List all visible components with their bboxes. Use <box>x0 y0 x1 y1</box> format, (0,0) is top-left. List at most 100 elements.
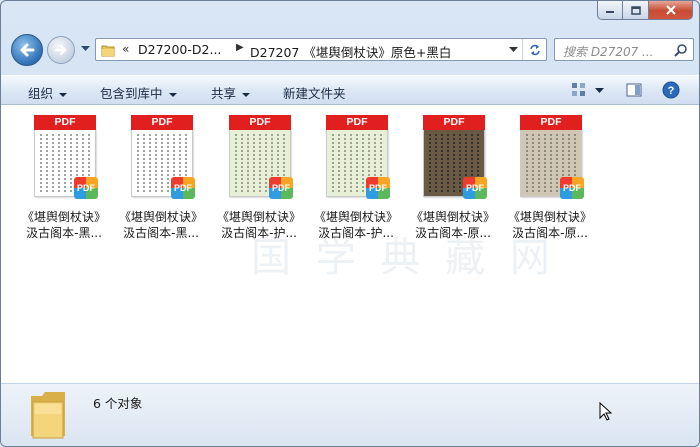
search-box[interactable]: 搜索 D27207 ... <box>554 38 694 61</box>
text-column <box>259 134 261 192</box>
file-item[interactable]: PDF PDF 《堪舆倒杖诀》 汲古阁本-黑... <box>18 111 110 241</box>
text-column <box>64 134 66 192</box>
file-name: 《堪舆倒杖诀》 汲古阁本-原... <box>407 209 499 241</box>
pdf-label: PDF <box>520 115 582 130</box>
pdf-label: PDF <box>131 115 193 130</box>
include-in-library-menu[interactable]: 包含到库中 <box>100 83 177 102</box>
maximize-button[interactable] <box>623 1 649 20</box>
svg-text:?: ? <box>668 85 675 97</box>
pdf-label: PDF <box>326 115 388 130</box>
close-button[interactable] <box>649 1 693 20</box>
share-menu[interactable]: 共享 <box>211 83 251 102</box>
file-name-line1: 《堪舆倒杖诀》 <box>507 210 592 224</box>
text-column <box>332 134 334 192</box>
text-column <box>265 134 267 192</box>
new-folder-button[interactable]: 新建文件夹 <box>283 83 346 102</box>
refresh-icon <box>529 44 540 55</box>
forward-button[interactable] <box>47 36 75 64</box>
organize-menu[interactable]: 组织 <box>28 83 68 102</box>
help-icon[interactable]: ? <box>662 81 680 99</box>
back-arrow-icon <box>20 43 35 57</box>
text-column <box>143 134 145 192</box>
file-name-line2: 汲古阁本-原... <box>415 226 491 240</box>
text-column <box>149 134 151 192</box>
text-column <box>350 134 352 192</box>
breadcrumb-current[interactable]: D27207 《堪舆倒杖诀》原色+黑白 <box>250 42 451 61</box>
pdf-file-icon: PDF PDF <box>34 115 98 199</box>
breadcrumb-separator[interactable]: ▶ <box>236 42 244 53</box>
minimize-button[interactable] <box>597 1 623 20</box>
text-column <box>40 134 42 192</box>
text-column <box>550 134 552 192</box>
address-bar[interactable]: « D27200-D2... ▶ D27207 《堪舆倒杖诀》原色+黑白 <box>95 38 547 61</box>
file-name-line1: 《堪舆倒杖诀》 <box>313 210 398 224</box>
file-name-line2: 汲古阁本-护... <box>221 226 297 240</box>
text-column <box>155 134 157 192</box>
text-column <box>441 134 443 192</box>
search-icon[interactable] <box>674 43 688 57</box>
file-name: 《堪舆倒杖诀》 汲古阁本-黑... <box>18 209 110 241</box>
breadcrumb-parent[interactable]: D27200-D2... <box>138 42 221 57</box>
folder-icon <box>31 392 65 439</box>
file-name-line1: 《堪舆倒杖诀》 <box>410 210 495 224</box>
chevron-down-icon <box>242 92 251 97</box>
file-name-line1: 《堪舆倒杖诀》 <box>118 210 203 224</box>
pdf-app-badge-icon: PDF <box>171 177 195 199</box>
file-list-view[interactable]: 国 学 典 藏 网 PDF PDF 《堪舆倒杖诀》 汲古阁本-黑... PDF PDF 《堪… <box>1 105 699 383</box>
view-options-icon[interactable] <box>571 82 587 98</box>
file-name-line2: 汲古阁本-黑... <box>123 226 199 240</box>
text-column <box>538 134 540 192</box>
pdf-file-icon: PDF PDF <box>326 115 390 199</box>
folder-icon <box>101 45 115 57</box>
pdf-badge-label: PDF <box>272 183 290 193</box>
text-column <box>556 134 558 192</box>
file-item[interactable]: PDF PDF 《堪舆倒杖诀》 汲古阁本-护... <box>310 111 402 241</box>
file-name-line2: 汲古阁本-原... <box>512 226 588 240</box>
chevron-down-icon <box>59 92 68 97</box>
text-column <box>544 134 546 192</box>
view-dropdown-icon[interactable] <box>595 88 604 94</box>
file-name: 《堪舆倒杖诀》 汲古阁本-黑... <box>115 209 207 241</box>
maximize-icon <box>630 5 641 15</box>
text-column <box>167 134 169 192</box>
file-item[interactable]: PDF PDF 《堪舆倒杖诀》 汲古阁本-原... <box>504 111 596 241</box>
file-name-line2: 汲古阁本-黑... <box>26 226 102 240</box>
pdf-badge-label: PDF <box>369 183 387 193</box>
recent-pages-dropdown[interactable] <box>81 46 90 52</box>
file-name-line1: 《堪舆倒杖诀》 <box>21 210 106 224</box>
file-item[interactable]: PDF PDF 《堪舆倒杖诀》 汲古阁本-原... <box>407 111 499 241</box>
pdf-file-icon: PDF PDF <box>520 115 584 199</box>
file-name: 《堪舆倒杖诀》 汲古阁本-护... <box>310 209 402 241</box>
pdf-app-badge-icon: PDF <box>74 177 98 199</box>
explorer-window: « D27200-D2... ▶ D27207 《堪舆倒杖诀》原色+黑白 搜索 … <box>0 0 700 447</box>
text-column <box>459 134 461 192</box>
close-icon <box>665 5 676 15</box>
mouse-cursor-icon <box>599 402 613 421</box>
text-column <box>58 134 60 192</box>
address-overflow[interactable]: « <box>122 42 129 56</box>
include-library-label: 包含到库中 <box>100 86 163 101</box>
pdf-app-badge-icon: PDF <box>560 177 584 199</box>
text-column <box>52 134 54 192</box>
pdf-app-badge-icon: PDF <box>463 177 487 199</box>
pdf-label: PDF <box>423 115 485 130</box>
refresh-button[interactable] <box>522 39 546 60</box>
text-column <box>344 134 346 192</box>
file-item[interactable]: PDF PDF 《堪舆倒杖诀》 汲古阁本-护... <box>213 111 305 241</box>
minimize-icon <box>606 11 614 13</box>
pdf-badge-label: PDF <box>563 183 581 193</box>
back-button[interactable] <box>11 34 43 66</box>
pdf-label: PDF <box>34 115 96 130</box>
file-item[interactable]: PDF PDF 《堪舆倒杖诀》 汲古阁本-黑... <box>115 111 207 241</box>
pdf-label: PDF <box>229 115 291 130</box>
address-dropdown-icon[interactable] <box>509 47 518 53</box>
text-column <box>253 134 255 192</box>
text-column <box>453 134 455 192</box>
pdf-badge-label: PDF <box>77 183 95 193</box>
text-column <box>338 134 340 192</box>
forward-arrow-icon <box>54 44 67 56</box>
file-name-line1: 《堪舆倒杖诀》 <box>216 210 301 224</box>
search-input[interactable]: 搜索 D27207 ... <box>563 43 654 60</box>
text-column <box>235 134 237 192</box>
preview-pane-icon[interactable] <box>626 82 642 98</box>
